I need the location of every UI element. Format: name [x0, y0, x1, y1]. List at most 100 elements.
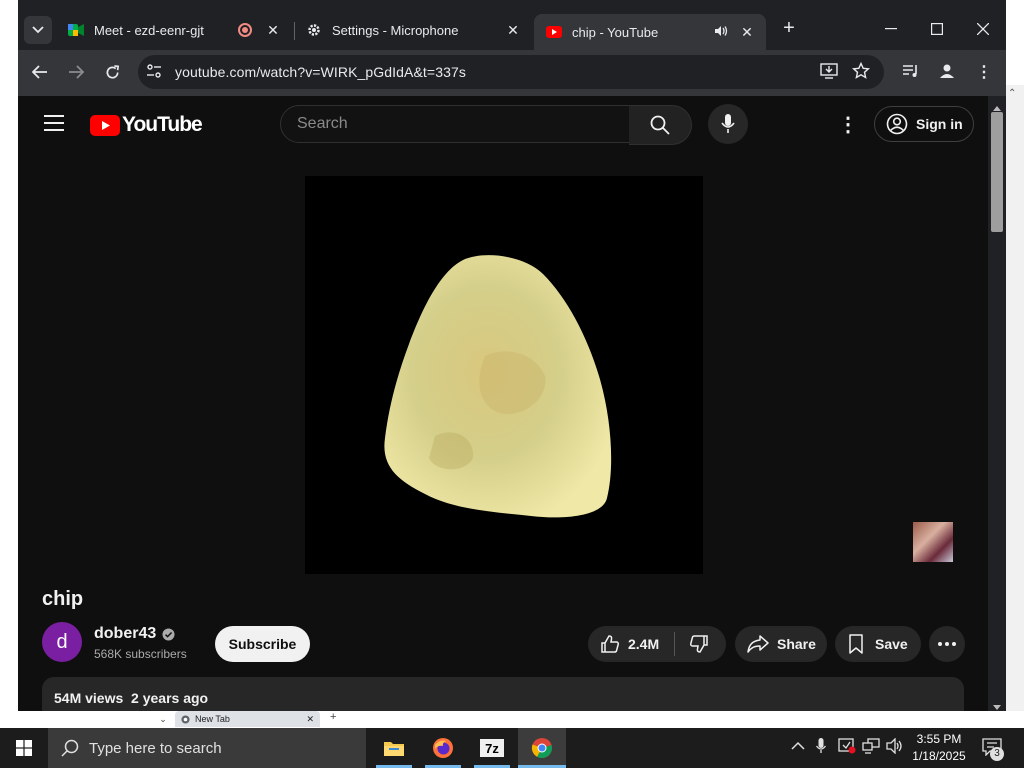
close-tab-icon[interactable]: ✕	[504, 22, 522, 39]
share-label: Share	[777, 636, 816, 652]
background-window-scrollbar	[1006, 85, 1024, 728]
new-tab-button[interactable]: +	[778, 17, 800, 41]
scroll-down-icon[interactable]	[993, 698, 1001, 710]
taskbar-search[interactable]: Type here to search	[48, 728, 366, 768]
windows-logo-icon	[16, 740, 32, 756]
tab-youtube[interactable]: chip - YouTube ✕	[534, 14, 766, 50]
back-button[interactable]	[26, 58, 54, 86]
address-bar[interactable]: youtube.com/watch?v=WIRK_pGdIdA&t=337s	[138, 55, 884, 89]
like-button[interactable]: 2.4M	[588, 634, 674, 654]
speaker-icon	[886, 737, 902, 755]
channel-avatar[interactable]: d	[42, 622, 82, 662]
clock-time: 3:55 PM	[916, 732, 962, 746]
subscriber-count: 568K subscribers	[94, 647, 187, 661]
7zip-icon: 7z	[480, 739, 504, 757]
tray-volume[interactable]	[886, 737, 904, 757]
microphone-icon	[721, 114, 735, 133]
tray-security[interactable]	[838, 738, 856, 757]
video-meta: 54M views 2 years ago	[54, 690, 208, 706]
gear-icon	[306, 22, 322, 38]
tab-title: Settings - Microphone	[332, 22, 459, 38]
sign-in-button[interactable]: Sign in	[874, 106, 974, 142]
close-tab-icon[interactable]: ✕	[264, 22, 282, 39]
speaker-icon[interactable]	[714, 25, 728, 40]
clock-date: 1/18/2025	[912, 749, 966, 763]
chrome-icon	[531, 738, 552, 759]
chevron-up-icon	[791, 741, 805, 750]
microphone-icon	[815, 738, 827, 753]
tab-title: Meet - ezd-eenr-gjt	[94, 22, 204, 38]
share-icon	[747, 635, 769, 653]
background-window-tabstrip	[0, 711, 1024, 728]
scroll-up-arrow-icon[interactable]: ⌃	[1008, 88, 1016, 99]
channel-name[interactable]: dober43	[94, 625, 175, 643]
background-tab-search-icon[interactable]: ⌄	[155, 711, 171, 727]
search-input[interactable]: Search	[280, 105, 630, 143]
like-dislike-group: 2.4M	[588, 626, 726, 662]
subscribe-button[interactable]: Subscribe	[215, 626, 310, 662]
youtube-logo[interactable]: YouTube	[90, 113, 203, 137]
security-alert-icon	[838, 738, 856, 754]
channel-name-text: dober43	[94, 625, 157, 642]
taskbar-search-placeholder: Type here to search	[89, 739, 222, 757]
save-button[interactable]: Save	[835, 626, 921, 662]
maximize-button[interactable]	[914, 14, 960, 44]
dislike-button[interactable]	[675, 634, 709, 654]
account-circle-icon	[886, 113, 908, 135]
scrollbar-thumb[interactable]	[991, 112, 1003, 232]
minimize-button[interactable]	[868, 14, 914, 44]
tab-meet[interactable]: Meet - ezd-eenr-gjt ✕	[56, 14, 292, 46]
tab-title: chip - YouTube	[572, 24, 659, 40]
more-options-icon[interactable]: ⋮	[838, 112, 858, 137]
taskbar-clock[interactable]: 3:55 PM 1/18/2025	[904, 731, 974, 765]
show-hidden-icons[interactable]	[791, 738, 805, 754]
close-window-button[interactable]	[960, 14, 1006, 44]
forward-button[interactable]	[62, 58, 90, 86]
share-button[interactable]: Share	[735, 626, 827, 662]
firefox-icon	[433, 738, 453, 758]
bookmark-star-icon[interactable]	[851, 61, 871, 85]
chevron-down-icon	[32, 26, 44, 34]
start-button[interactable]	[0, 728, 48, 768]
tab-settings[interactable]: Settings - Microphone ✕	[294, 14, 532, 46]
taskbar-7zip[interactable]: 7z	[468, 728, 516, 768]
desktop-background	[0, 0, 18, 728]
close-icon	[977, 23, 989, 35]
scroll-up-icon[interactable]	[993, 98, 1001, 111]
google-meet-icon	[68, 22, 84, 38]
taskbar-file-explorer[interactable]	[370, 728, 418, 768]
search-icon	[650, 115, 670, 135]
search-button[interactable]	[629, 105, 692, 145]
tray-microphone[interactable]	[815, 738, 827, 757]
upload-age: 2 years ago	[131, 690, 209, 706]
close-tab-icon[interactable]: ✕	[738, 24, 756, 41]
background-tab-new-tab[interactable]: New Tab ✕	[175, 711, 320, 727]
sign-in-label: Sign in	[916, 116, 963, 132]
close-background-tab-icon[interactable]: ✕	[306, 714, 314, 725]
install-app-icon[interactable]	[820, 63, 838, 84]
profile-icon[interactable]	[938, 62, 956, 85]
url-text: youtube.com/watch?v=WIRK_pGdIdA&t=337s	[175, 64, 466, 80]
background-tab-title: New Tab	[195, 714, 230, 724]
more-actions-button[interactable]	[929, 626, 965, 662]
thumbs-up-icon	[601, 635, 620, 653]
tray-network[interactable]	[862, 738, 880, 757]
hamburger-menu-icon[interactable]	[44, 115, 64, 136]
chrome-menu-icon[interactable]: ⋮	[976, 62, 992, 82]
background-new-tab-icon[interactable]: +	[330, 711, 336, 723]
site-info-icon[interactable]	[146, 63, 162, 84]
video-thumbnail-overlay[interactable]	[913, 522, 953, 562]
svg-text:7z: 7z	[485, 741, 499, 756]
taskbar-firefox[interactable]	[419, 728, 467, 768]
minimize-icon	[885, 28, 897, 30]
media-controls-icon[interactable]	[902, 63, 920, 84]
video-player[interactable]	[305, 176, 703, 574]
taskbar-chrome[interactable]	[518, 728, 566, 768]
reload-button[interactable]	[98, 58, 126, 86]
potato-chip-image	[384, 255, 612, 518]
verified-check-icon	[162, 627, 175, 641]
voice-search-button[interactable]	[708, 104, 748, 144]
thumbs-down-icon	[689, 635, 708, 653]
tab-search-button[interactable]	[24, 16, 52, 44]
maximize-icon	[931, 23, 943, 35]
